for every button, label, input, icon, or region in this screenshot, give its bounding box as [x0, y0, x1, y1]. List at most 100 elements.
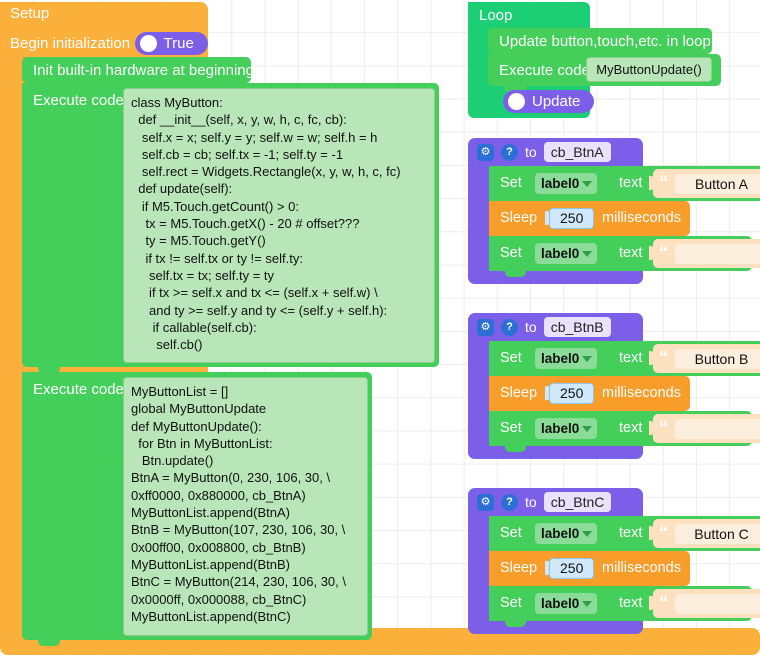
sleep-row-c[interactable]: Sleep 250 milliseconds	[489, 551, 690, 592]
string-literal-value[interactable]: Button C	[674, 523, 760, 544]
function-name-field[interactable]: cb_BtnA	[543, 142, 611, 162]
help-icon[interactable]: ?	[501, 318, 518, 336]
gear-icon[interactable]: ⚙	[477, 318, 494, 336]
execute-code-label-2: Execute code	[33, 381, 124, 398]
gear-icon[interactable]: ⚙	[477, 143, 494, 161]
loop-code-editor[interactable]: MyButtonUpdate()	[586, 57, 712, 82]
loop-execute-code-label: Execute code	[499, 62, 590, 79]
set-label-text-row-b1[interactable]: Set label0 text “ Button B ”	[489, 341, 760, 382]
sleep-label: Sleep	[500, 385, 538, 401]
milliseconds-label: milliseconds	[602, 210, 681, 226]
chevron-down-icon	[582, 601, 593, 607]
init-builtin-hardware-block[interactable]: Init built-in hardware at beginning	[22, 57, 254, 89]
begin-initialization-toggle[interactable]: True	[134, 32, 208, 55]
label-target-dropdown[interactable]: label0	[535, 523, 598, 544]
chevron-down-icon	[582, 356, 593, 362]
loop-update-toggle[interactable]: Update	[503, 90, 595, 113]
quote-open-icon: “	[659, 173, 669, 194]
loop-update-banner-block[interactable]: Update button,touch,etc. in loop	[488, 28, 712, 60]
string-literal-field-a2[interactable]: “ ”	[653, 239, 760, 268]
set-label: Set	[500, 595, 522, 611]
label-target-value: label0	[541, 176, 580, 191]
string-literal-field-c2[interactable]: “ ”	[653, 589, 760, 618]
gear-icon[interactable]: ⚙	[477, 493, 494, 511]
workspace-canvas[interactable]: Setup Begin initialization True Init bui…	[0, 0, 760, 657]
chevron-down-icon	[582, 531, 593, 537]
set-label-text-row-b2[interactable]: Set label0 text “ ”	[489, 411, 760, 452]
code-editor-2[interactable]: MyButtonList = [] global MyButtonUpdate …	[123, 377, 368, 636]
sleep-amount-field[interactable]: 250	[549, 558, 595, 579]
sleep-amount-field[interactable]: 250	[549, 383, 595, 404]
begin-initialization-row[interactable]: Begin initialization True	[10, 32, 208, 55]
block-notch	[505, 270, 526, 277]
set-label-text-row-a1[interactable]: Set label0 text “ Button A ”	[489, 166, 760, 207]
code-editor-1[interactable]: class MyButton: def __init__(self, x, y,…	[123, 88, 435, 363]
set-label-text-row-c1[interactable]: Set label0 text “ Button C ”	[489, 516, 760, 557]
loop-update-banner-label: Update button,touch,etc. in loop	[499, 33, 711, 50]
chevron-down-icon	[582, 181, 593, 187]
string-literal-value[interactable]	[674, 593, 760, 614]
set-label: Set	[500, 350, 522, 366]
chevron-down-icon	[582, 426, 593, 432]
label-target-dropdown[interactable]: label0	[535, 418, 598, 439]
set-label-text-row-c2[interactable]: Set label0 text “ ”	[489, 586, 760, 627]
function-header-cb-btnc[interactable]: ⚙ ? to cb_BtnC	[468, 488, 612, 516]
text-label: text	[619, 525, 643, 541]
block-notch	[505, 445, 526, 452]
help-icon[interactable]: ?	[501, 143, 518, 161]
set-label: Set	[500, 525, 522, 541]
quote-open-icon: “	[659, 593, 669, 614]
execute-code-label-1: Execute code	[33, 92, 124, 109]
chevron-down-icon	[582, 251, 593, 257]
milliseconds-label: milliseconds	[602, 385, 681, 401]
loop-title: Loop	[479, 7, 513, 24]
toggle-knob-icon	[139, 35, 157, 52]
label-target-dropdown[interactable]: label0	[535, 348, 598, 369]
sleep-label: Sleep	[500, 210, 538, 226]
quote-open-icon: “	[659, 418, 669, 439]
label-target-dropdown[interactable]: label0	[535, 593, 598, 614]
sleep-label: Sleep	[500, 560, 538, 576]
string-literal-field-b1[interactable]: “ Button B ”	[653, 344, 760, 373]
label-target-value: label0	[541, 526, 580, 541]
string-literal-value[interactable]	[674, 418, 760, 439]
sleep-amount-field[interactable]: 250	[549, 208, 595, 229]
text-label: text	[619, 595, 643, 611]
label-target-value: label0	[541, 246, 580, 261]
label-target-dropdown[interactable]: label0	[535, 173, 598, 194]
loop-update-label: Update	[532, 93, 581, 110]
milliseconds-label: milliseconds	[602, 560, 681, 576]
help-icon[interactable]: ?	[501, 493, 518, 511]
string-literal-field-a1[interactable]: “ Button A ”	[653, 169, 760, 198]
sleep-row-b[interactable]: Sleep 250 milliseconds	[489, 376, 690, 417]
init-builtin-hardware-label: Init built-in hardware at beginning	[33, 62, 254, 79]
function-to-label: to	[525, 144, 537, 160]
string-literal-value[interactable]: Button A	[674, 173, 760, 194]
function-to-label: to	[525, 319, 537, 335]
loop-update-toggle-row[interactable]: Update	[503, 90, 595, 113]
sleep-row-a[interactable]: Sleep 250 milliseconds	[489, 201, 690, 242]
function-to-label: to	[525, 494, 537, 510]
string-literal-field-c1[interactable]: “ Button C ”	[653, 519, 760, 548]
string-literal-value[interactable]: Button B	[674, 348, 760, 369]
label-target-dropdown[interactable]: label0	[535, 243, 598, 264]
function-header-cb-btna[interactable]: ⚙ ? to cb_BtnA	[468, 138, 611, 166]
set-label: Set	[500, 420, 522, 436]
function-header-cb-btnb[interactable]: ⚙ ? to cb_BtnB	[468, 313, 611, 341]
block-notch	[505, 620, 526, 627]
begin-initialization-label: Begin initialization	[10, 35, 131, 52]
string-literal-field-b2[interactable]: “ ”	[653, 414, 760, 443]
function-name-field[interactable]: cb_BtnC	[543, 492, 612, 512]
setup-title: Setup	[10, 5, 50, 22]
quote-open-icon: “	[659, 243, 669, 264]
text-label: text	[619, 420, 643, 436]
set-label-text-row-a2[interactable]: Set label0 text “ ”	[489, 236, 760, 277]
text-label: text	[619, 350, 643, 366]
text-label: text	[619, 175, 643, 191]
string-literal-value[interactable]	[674, 243, 760, 264]
quote-open-icon: “	[659, 523, 669, 544]
label-target-value: label0	[541, 421, 580, 436]
function-name-field[interactable]: cb_BtnB	[543, 317, 611, 337]
quote-open-icon: “	[659, 348, 669, 369]
set-label: Set	[500, 175, 522, 191]
